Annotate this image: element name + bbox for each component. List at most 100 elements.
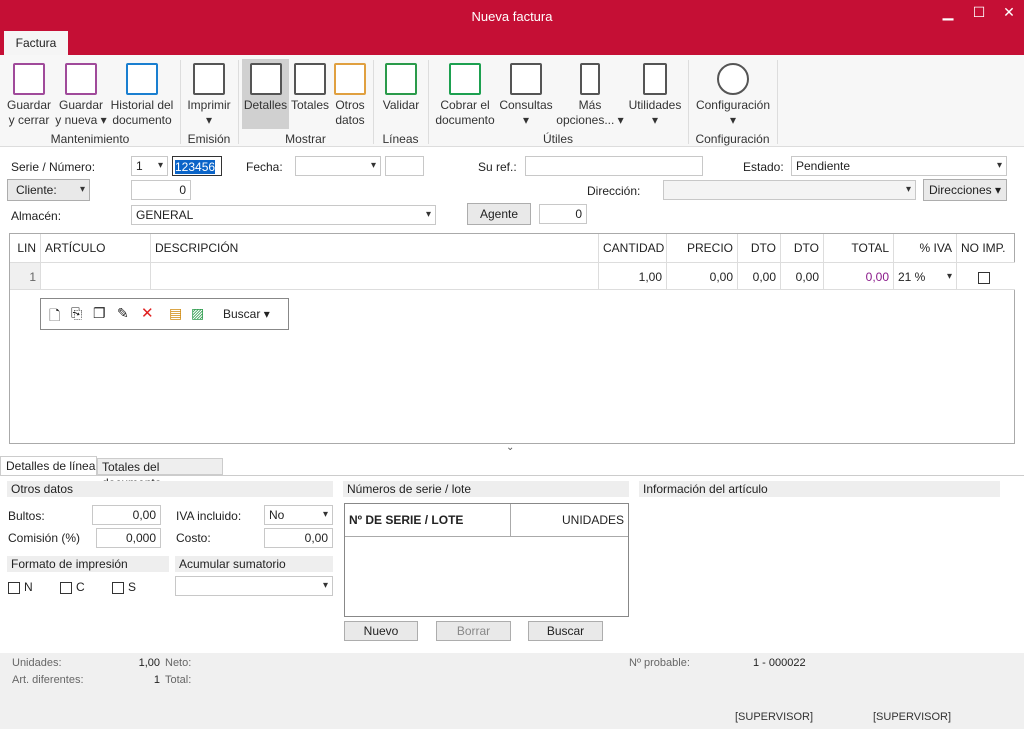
probable-label: Nº probable:	[629, 657, 690, 669]
maximize-button[interactable]: ☐	[967, 4, 991, 21]
art-label: Art. diferentes:	[12, 674, 84, 686]
serie-label: Serie / Número:	[11, 160, 96, 174]
column-header[interactable]: DESCRIPCIÓN	[151, 234, 599, 262]
tab-factura[interactable]: Factura	[4, 31, 68, 55]
costo-input[interactable]: 0,00	[264, 528, 333, 548]
user-label: [SUPERVISOR]	[873, 711, 952, 723]
fecha-input[interactable]	[295, 156, 381, 176]
iva-incluido-select[interactable]: No	[264, 505, 333, 525]
cell-iva[interactable]: 21 %	[894, 262, 957, 291]
configuration-button[interactable]: Configuración ▾	[692, 59, 774, 128]
cliente-input[interactable]: 0	[131, 180, 191, 200]
cell-articulo[interactable]	[41, 262, 151, 290]
group-label: Mostrar	[285, 132, 326, 146]
queries-button[interactable]: Consultas ▾	[498, 59, 554, 128]
tab-totales-documento[interactable]: Totales del documento	[97, 458, 223, 490]
new-line-icon[interactable]: 🗋	[49, 305, 60, 329]
iva-incluido-label: IVA incluido:	[176, 509, 242, 523]
validate-button[interactable]: Validar	[377, 59, 425, 113]
queries-icon	[510, 63, 542, 95]
copy-line-icon[interactable]: ❐	[93, 305, 106, 322]
printer-icon	[193, 63, 225, 95]
serie-select[interactable]: 1	[131, 156, 168, 176]
noimp-checkbox[interactable]	[978, 271, 990, 284]
details-button[interactable]: Detalles	[242, 59, 289, 129]
checkbox-c[interactable]: C	[60, 580, 85, 594]
minimize-button[interactable]: ▁	[936, 4, 960, 21]
comision-input[interactable]: 0,000	[96, 528, 161, 548]
bultos-input[interactable]: 0,00	[92, 505, 161, 525]
column-header[interactable]: ARTÍCULO	[41, 234, 151, 262]
other-data-icon	[334, 63, 366, 95]
image-icon[interactable]: ▨	[191, 305, 204, 322]
time-input[interactable]	[385, 156, 424, 176]
numero-input[interactable]: 123456	[175, 160, 216, 174]
notes-icon[interactable]: ▤	[169, 305, 182, 322]
checkbox-s[interactable]: S	[112, 580, 136, 594]
cell-cantidad[interactable]: 1,00	[599, 262, 667, 290]
edit-line-icon[interactable]: ✎	[117, 305, 129, 322]
almacen-label: Almacén:	[11, 209, 62, 223]
buscar-button[interactable]: Buscar	[528, 621, 603, 641]
totals-button[interactable]: Totales	[290, 59, 330, 113]
column-header[interactable]: CANTIDAD	[599, 234, 667, 262]
group-label: Líneas	[382, 132, 419, 146]
cell-dto2[interactable]: 0,00	[781, 262, 824, 290]
column-header[interactable]: PRECIO	[667, 234, 738, 262]
utilities-button[interactable]: Utilidades ▾	[626, 59, 684, 128]
group-label: Configuración	[695, 132, 770, 146]
borrar-button[interactable]: Borrar	[436, 621, 511, 641]
column-header[interactable]: LIN	[10, 234, 41, 262]
chevron-down-icon[interactable]: ⌄	[506, 442, 514, 453]
nuevo-button[interactable]: Nuevo	[344, 621, 418, 641]
section-formato: Formato de impresión	[7, 556, 169, 572]
tab-detalles-linea[interactable]: Detalles de línea	[0, 456, 97, 475]
art-value: 1	[153, 674, 160, 686]
more-options-button[interactable]: Más opciones... ▾	[556, 59, 624, 128]
agente-button[interactable]: Agente	[467, 203, 531, 225]
comision-label: Comisión (%)	[8, 531, 81, 545]
checkbox-n[interactable]: N	[8, 580, 33, 594]
save-close-button[interactable]: Guardar y cerrar	[4, 59, 54, 128]
cell-descripcion[interactable]	[151, 262, 599, 290]
save-new-button[interactable]: Guardar y nueva ▾	[55, 59, 107, 128]
insert-line-icon[interactable]: ⎘	[71, 305, 82, 322]
column-header[interactable]: DTO 1	[738, 234, 781, 283]
cell-dto1[interactable]: 0,00	[738, 262, 781, 290]
cell-precio[interactable]: 0,00	[667, 262, 738, 290]
section-serie-lote: Números de serie / lote	[343, 481, 629, 497]
column-header[interactable]: % IVA	[894, 234, 957, 262]
close-button[interactable]: ✕	[997, 4, 1021, 21]
acumular-select[interactable]	[175, 576, 333, 596]
almacen-select[interactable]: GENERAL	[131, 205, 436, 225]
column-header[interactable]: Nº DE SERIE / LOTE	[345, 504, 511, 537]
group-label: Mantenimiento	[50, 132, 130, 146]
column-header[interactable]: UNIDADES	[511, 504, 628, 537]
window-title: Nueva factura	[471, 9, 553, 24]
direcciones-button[interactable]: Direcciones ▾	[923, 179, 1007, 201]
other-data-button[interactable]: Otros datos	[331, 59, 369, 128]
unidades-value: 1,00	[138, 657, 160, 669]
lines-grid: LIN ARTÍCULO DESCRIPCIÓN CANTIDAD PRECIO…	[9, 233, 1015, 444]
search-button[interactable]: Buscar ▾	[223, 307, 270, 321]
direccion-select[interactable]	[663, 180, 916, 200]
section-acumular: Acumular sumatorio	[175, 556, 333, 572]
column-header[interactable]: NO IMP.	[957, 234, 1015, 262]
status-bar: Unidades: 1,00 Neto: Art. diferentes: 1 …	[0, 653, 1024, 729]
collect-button[interactable]: Cobrar el documento	[433, 59, 497, 128]
history-button[interactable]: Historial del documento	[108, 59, 176, 128]
suref-input[interactable]	[525, 156, 703, 176]
column-header[interactable]: TOTAL	[824, 234, 894, 262]
cliente-button[interactable]: Cliente:	[7, 179, 90, 201]
calculator-icon	[643, 63, 667, 95]
cell-noimp[interactable]	[957, 262, 1015, 290]
details-icon	[249, 63, 282, 95]
estado-select[interactable]: Pendiente	[791, 156, 1007, 176]
print-button[interactable]: Imprimir ▾	[184, 59, 234, 128]
totals-icon	[294, 63, 326, 95]
suref-label: Su ref.:	[478, 160, 517, 174]
costo-label: Costo:	[176, 531, 211, 545]
delete-icon[interactable]: ✕	[141, 304, 154, 322]
agente-input[interactable]: 0	[539, 204, 587, 224]
column-header[interactable]: DTO 2	[781, 234, 824, 283]
